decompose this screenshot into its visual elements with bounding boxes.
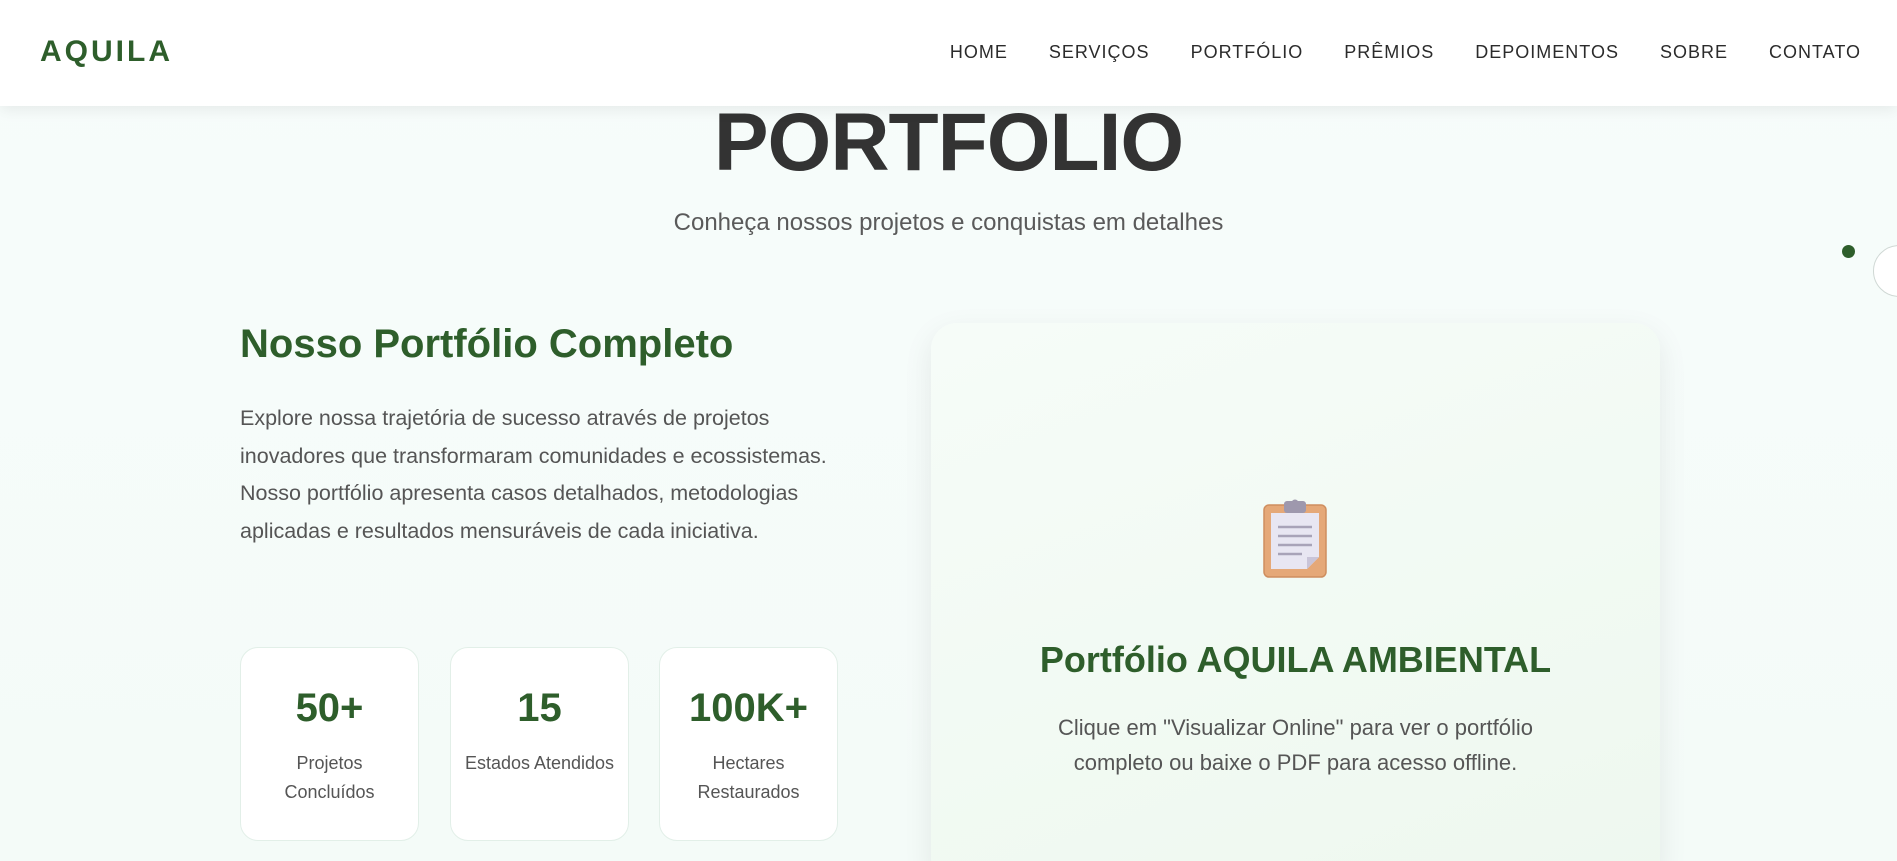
floating-circle-button[interactable] <box>1873 245 1897 297</box>
portfolio-pdf-card: Portfólio AQUILA AMBIENTAL Clique em "Vi… <box>931 323 1660 861</box>
stat-value: 100K+ <box>689 686 808 730</box>
nav-link-home[interactable]: HOME <box>950 42 1008 63</box>
stat-card-projects: 50+ Projetos Concluídos <box>240 647 419 841</box>
stat-value: 50+ <box>295 686 364 730</box>
card-description: Clique em "Visualizar Online" para ver o… <box>1058 715 1533 775</box>
nav-link-premios[interactable]: PRÊMIOS <box>1344 42 1434 63</box>
clipboard-icon <box>1263 499 1327 578</box>
nav-link-depoimentos[interactable]: DEPOIMENTOS <box>1475 42 1619 63</box>
nav-link-portfolio[interactable]: PORTFÓLIO <box>1191 42 1304 63</box>
brand-logo[interactable]: AQUILA <box>40 35 173 69</box>
page-title: PORTFOLIO <box>713 97 1184 188</box>
section-heading: Nosso Portfólio Completo <box>240 322 734 366</box>
stat-value: 15 <box>517 686 562 730</box>
page-subtitle: Conheça nossos projetos e conquistas em … <box>673 209 1224 236</box>
nav-link-servicos[interactable]: SERVIÇOS <box>1049 42 1150 63</box>
stat-label: Projetos Concluídos <box>284 753 375 802</box>
nav-menu: HOME SERVIÇOS PORTFÓLIO PRÊMIOS DEPOIMEN… <box>909 42 1861 63</box>
stat-card-hectares: 100K+ Hectares Restaurados <box>659 647 838 841</box>
navbar: AQUILA HOME SERVIÇOS PORTFÓLIO PRÊMIOS D… <box>0 0 1897 106</box>
page: AQUILA HOME SERVIÇOS PORTFÓLIO PRÊMIOS D… <box>0 0 1897 861</box>
section-description: Explore nossa trajetória de sucesso atra… <box>240 406 827 543</box>
stat-label: Estados Atendidos <box>464 753 615 773</box>
stat-card-states: 15 Estados Atendidos <box>450 647 629 841</box>
scroll-dot-indicator[interactable] <box>1842 245 1855 258</box>
nav-link-sobre[interactable]: SOBRE <box>1660 42 1728 63</box>
stat-label: Hectares Restaurados <box>697 753 800 802</box>
nav-link-contato[interactable]: CONTATO <box>1769 42 1861 63</box>
card-title: Portfólio AQUILA AMBIENTAL <box>1039 639 1552 680</box>
